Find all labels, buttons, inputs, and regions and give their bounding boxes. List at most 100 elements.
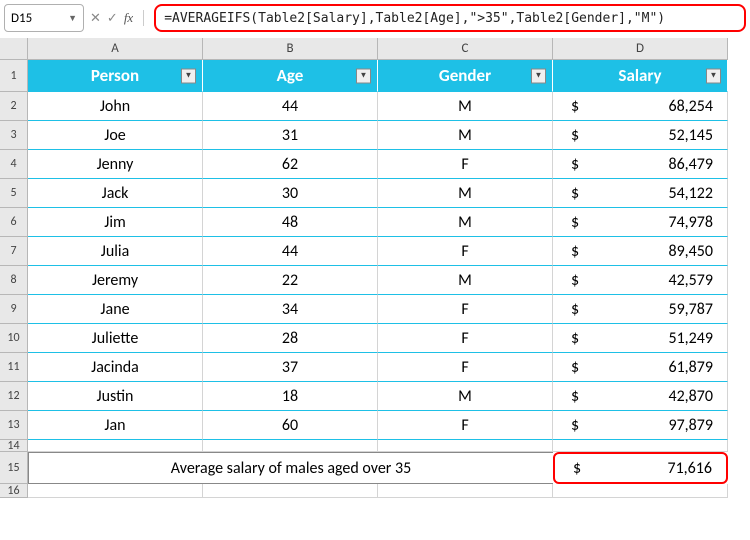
- table-cell-age[interactable]: 37: [203, 353, 378, 382]
- table-cell-salary[interactable]: $89,450: [553, 237, 728, 266]
- salary-amount: 59,787: [668, 300, 713, 319]
- row-header-1[interactable]: 1: [0, 60, 28, 92]
- row-header-5[interactable]: 5: [0, 179, 28, 208]
- table-cell-gender[interactable]: M: [378, 121, 553, 150]
- salary-amount: 97,879: [668, 416, 713, 435]
- row-header-9[interactable]: 9: [0, 295, 28, 324]
- empty-cell[interactable]: [203, 484, 378, 498]
- table-cell-salary[interactable]: $97,879: [553, 411, 728, 440]
- table-cell-person[interactable]: Juliette: [28, 324, 203, 353]
- filter-dropdown-icon[interactable]: ▼: [531, 68, 546, 83]
- filter-dropdown-icon[interactable]: ▼: [181, 68, 196, 83]
- table-cell-gender[interactable]: M: [378, 382, 553, 411]
- column-header-C[interactable]: C: [378, 38, 553, 60]
- fx-icon[interactable]: fx: [124, 10, 133, 26]
- table-header-age[interactable]: Age ▼: [203, 60, 378, 92]
- row-header-16[interactable]: 16: [0, 484, 28, 498]
- row-header-4[interactable]: 4: [0, 150, 28, 179]
- row-header-2[interactable]: 2: [0, 92, 28, 121]
- table-cell-person[interactable]: Julia: [28, 237, 203, 266]
- salary-amount: 42,579: [668, 271, 713, 290]
- table-cell-salary[interactable]: $42,579: [553, 266, 728, 295]
- table-cell-gender[interactable]: F: [378, 237, 553, 266]
- empty-cell[interactable]: [378, 484, 553, 498]
- empty-cell[interactable]: [553, 484, 728, 498]
- table-cell-gender[interactable]: F: [378, 411, 553, 440]
- table-cell-age[interactable]: 48: [203, 208, 378, 237]
- table-cell-salary[interactable]: $52,145: [553, 121, 728, 150]
- table-cell-salary[interactable]: $42,870: [553, 382, 728, 411]
- table-cell-person[interactable]: Jeremy: [28, 266, 203, 295]
- select-all-corner[interactable]: [0, 38, 28, 60]
- summary-label-cell[interactable]: Average salary of males aged over 35: [28, 452, 553, 484]
- table-cell-salary[interactable]: $59,787: [553, 295, 728, 324]
- formula-input[interactable]: =AVERAGEIFS(Table2[Salary],Table2[Age],"…: [154, 4, 746, 32]
- empty-cell[interactable]: [28, 484, 203, 498]
- row-header-6[interactable]: 6: [0, 208, 28, 237]
- column-header-D[interactable]: D: [553, 38, 728, 60]
- table-cell-age[interactable]: 44: [203, 237, 378, 266]
- empty-cell[interactable]: [378, 440, 553, 452]
- table-cell-person[interactable]: John: [28, 92, 203, 121]
- table-cell-person[interactable]: Justin: [28, 382, 203, 411]
- table-cell-gender[interactable]: F: [378, 353, 553, 382]
- row-header-8[interactable]: 8: [0, 266, 28, 295]
- table-cell-salary[interactable]: $61,879: [553, 353, 728, 382]
- row-header-11[interactable]: 11: [0, 353, 28, 382]
- table-cell-salary[interactable]: $51,249: [553, 324, 728, 353]
- table-cell-age[interactable]: 62: [203, 150, 378, 179]
- table-cell-age[interactable]: 22: [203, 266, 378, 295]
- table-cell-gender[interactable]: F: [378, 295, 553, 324]
- table-cell-age[interactable]: 18: [203, 382, 378, 411]
- table-header-person[interactable]: Person ▼: [28, 60, 203, 92]
- table-header-salary[interactable]: Salary ▼: [553, 60, 728, 92]
- empty-cell[interactable]: [553, 440, 728, 452]
- table-cell-age[interactable]: 30: [203, 179, 378, 208]
- column-header-A[interactable]: A: [28, 38, 203, 60]
- table-cell-gender[interactable]: F: [378, 324, 553, 353]
- salary-amount: 68,254: [668, 97, 713, 116]
- filter-dropdown-icon[interactable]: ▼: [706, 68, 721, 83]
- table-cell-person[interactable]: Jim: [28, 208, 203, 237]
- row-header-7[interactable]: 7: [0, 237, 28, 266]
- table-cell-gender[interactable]: F: [378, 150, 553, 179]
- row-header-13[interactable]: 13: [0, 411, 28, 440]
- row-header-12[interactable]: 12: [0, 382, 28, 411]
- table-cell-age[interactable]: 31: [203, 121, 378, 150]
- cancel-icon[interactable]: ✕: [90, 11, 101, 26]
- table-cell-person[interactable]: Jenny: [28, 150, 203, 179]
- table-cell-age[interactable]: 60: [203, 411, 378, 440]
- table-cell-salary[interactable]: $74,978: [553, 208, 728, 237]
- table-cell-person[interactable]: Jack: [28, 179, 203, 208]
- table-cell-salary[interactable]: $86,479: [553, 150, 728, 179]
- table-cell-gender[interactable]: M: [378, 179, 553, 208]
- formula-text: =AVERAGEIFS(Table2[Salary],Table2[Age],"…: [164, 11, 665, 26]
- table-cell-salary[interactable]: $68,254: [553, 92, 728, 121]
- table-cell-age[interactable]: 34: [203, 295, 378, 324]
- empty-cell[interactable]: [203, 440, 378, 452]
- row-header-10[interactable]: 10: [0, 324, 28, 353]
- table-header-label: Person: [91, 65, 139, 86]
- table-cell-age[interactable]: 28: [203, 324, 378, 353]
- table-cell-salary[interactable]: $54,122: [553, 179, 728, 208]
- table-cell-gender[interactable]: M: [378, 92, 553, 121]
- table-cell-person[interactable]: Jane: [28, 295, 203, 324]
- name-box[interactable]: D15 ▼: [4, 4, 84, 32]
- row-header-3[interactable]: 3: [0, 121, 28, 150]
- table-header-gender[interactable]: Gender ▼: [378, 60, 553, 92]
- chevron-down-icon[interactable]: ▼: [68, 13, 77, 24]
- table-cell-age[interactable]: 44: [203, 92, 378, 121]
- row-header-14[interactable]: 14: [0, 440, 28, 452]
- column-header-B[interactable]: B: [203, 38, 378, 60]
- row-header-15[interactable]: 15: [0, 452, 28, 484]
- salary-amount: 52,145: [668, 126, 713, 145]
- table-cell-person[interactable]: Joe: [28, 121, 203, 150]
- empty-cell[interactable]: [28, 440, 203, 452]
- table-cell-gender[interactable]: M: [378, 208, 553, 237]
- summary-value-cell[interactable]: $71,616: [553, 452, 728, 484]
- table-cell-gender[interactable]: M: [378, 266, 553, 295]
- table-cell-person[interactable]: Jan: [28, 411, 203, 440]
- table-cell-person[interactable]: Jacinda: [28, 353, 203, 382]
- confirm-icon[interactable]: ✓: [107, 11, 118, 26]
- filter-dropdown-icon[interactable]: ▼: [356, 68, 371, 83]
